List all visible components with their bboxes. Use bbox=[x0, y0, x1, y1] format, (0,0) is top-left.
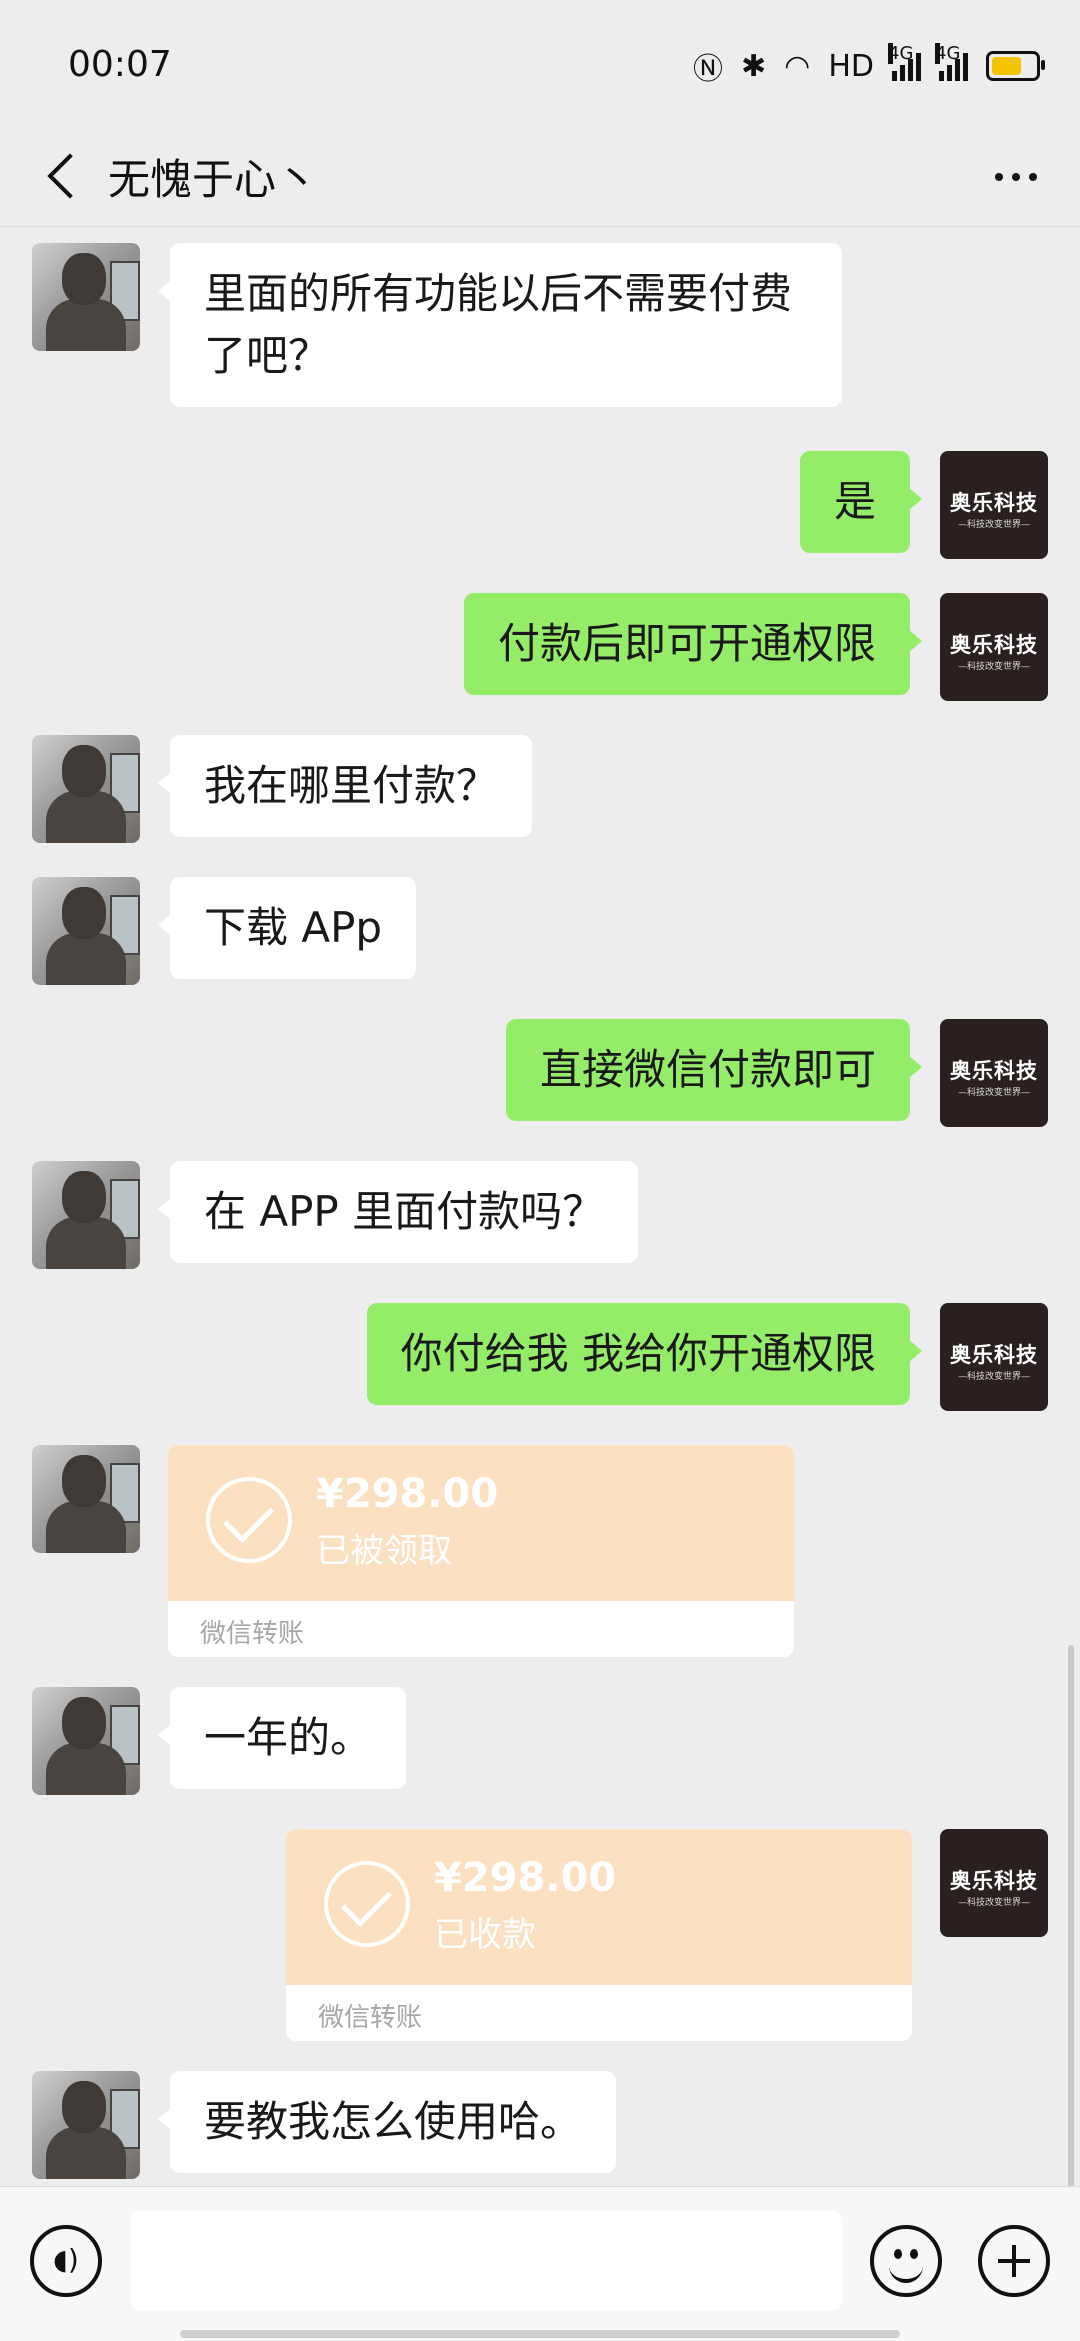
transfer-amount: ¥298.00 bbox=[434, 1855, 617, 1901]
dot-icon bbox=[995, 173, 1003, 181]
voice-icon: ◖) bbox=[53, 2243, 79, 2276]
avatar-tagline: —科技改变世界— bbox=[957, 520, 1030, 530]
signal-icon-sim1: 4G bbox=[888, 43, 921, 81]
chat-header: 无愧于心丶 bbox=[0, 130, 1080, 227]
status-bar: 00:07 Ⓝ ✱ ◠ HD 4G 4G bbox=[0, 0, 1080, 130]
my-avatar[interactable]: 奥乐科技 —科技改变世界— bbox=[940, 1303, 1048, 1411]
transfer-footer: 微信转账 bbox=[318, 2003, 423, 2033]
sim1-label: 4G bbox=[888, 43, 914, 64]
message-bubble-friend[interactable]: 在 APP 里面付款吗？ bbox=[157, 1161, 639, 1263]
chat-title: 无愧于心丶 bbox=[108, 155, 319, 204]
message-bubble-me[interactable]: 付款后即可开通权限 bbox=[463, 593, 923, 695]
input-bar: ◖) bbox=[0, 2186, 1080, 2341]
transfer-card-sent[interactable]: ¥298.00 已收款 微信转账 bbox=[286, 1829, 912, 2041]
message-bubble-friend[interactable]: 里面的所有功能以后不需要付费了吧？ bbox=[158, 243, 842, 407]
message-input[interactable] bbox=[130, 2211, 842, 2311]
emoji-button[interactable] bbox=[870, 2225, 942, 2297]
avatar-logo-text: 奥乐科技 bbox=[950, 1343, 1038, 1367]
friend-avatar[interactable] bbox=[32, 735, 140, 843]
friend-avatar[interactable] bbox=[32, 243, 140, 351]
battery-fill bbox=[992, 57, 1021, 75]
message-bubble-me[interactable]: 你付给我 我给你开通权限 bbox=[366, 1303, 923, 1405]
emoji-icon bbox=[894, 2249, 902, 2259]
avatar-logo-text: 奥乐科技 bbox=[950, 491, 1038, 515]
sim2-label: 4G bbox=[935, 43, 961, 64]
transfer-card-body: ¥298.00 已被领取 bbox=[168, 1445, 794, 1601]
message-bubble-friend[interactable]: 下载 APp bbox=[157, 877, 417, 979]
my-avatar[interactable]: 奥乐科技 —科技改变世界— bbox=[940, 1019, 1048, 1127]
avatar-logo-text: 奥乐科技 bbox=[950, 633, 1038, 657]
home-indicator[interactable] bbox=[180, 2330, 900, 2338]
wifi-icon: ◠ bbox=[784, 48, 811, 84]
back-button[interactable] bbox=[36, 144, 96, 204]
avatar-logo-text: 奥乐科技 bbox=[950, 1059, 1038, 1083]
status-time: 00:07 bbox=[68, 44, 172, 85]
hd-label: HD bbox=[828, 48, 874, 84]
friend-avatar[interactable] bbox=[32, 2071, 140, 2179]
battery-icon bbox=[986, 51, 1045, 81]
more-options-button[interactable] bbox=[986, 152, 1046, 202]
transfer-card-received[interactable]: ¥298.00 已被领取 微信转账 bbox=[168, 1445, 794, 1657]
message-bubble-friend[interactable]: 我在哪里付款？ bbox=[157, 735, 533, 837]
my-avatar[interactable]: 奥乐科技 —科技改变世界— bbox=[940, 451, 1048, 559]
avatar-tagline: —科技改变世界— bbox=[957, 1898, 1030, 1908]
bluetooth-icon: ✱ bbox=[741, 48, 767, 84]
message-bubble-me[interactable]: 是 bbox=[799, 451, 923, 553]
avatar-tagline: —科技改变世界— bbox=[957, 1088, 1030, 1098]
transfer-status: 已被领取 bbox=[316, 1531, 452, 1571]
avatar-tagline: —科技改变世界— bbox=[957, 662, 1030, 672]
friend-avatar[interactable] bbox=[32, 1445, 140, 1553]
friend-avatar[interactable] bbox=[32, 877, 140, 985]
my-avatar[interactable]: 奥乐科技 —科技改变世界— bbox=[940, 1829, 1048, 1937]
transfer-card-body: ¥298.00 已收款 bbox=[286, 1829, 912, 1985]
avatar-tagline: —科技改变世界— bbox=[957, 1372, 1030, 1382]
signal-icon-sim2: 4G bbox=[935, 43, 968, 81]
avatar-logo-text: 奥乐科技 bbox=[950, 1869, 1038, 1893]
check-circle-icon bbox=[324, 1861, 410, 1947]
message-bubble-friend[interactable]: 一年的。 bbox=[157, 1687, 407, 1789]
status-icons: Ⓝ ✱ ◠ HD 4G 4G bbox=[693, 43, 1045, 88]
voice-input-button[interactable]: ◖) bbox=[30, 2225, 102, 2297]
friend-avatar[interactable] bbox=[32, 1161, 140, 1269]
dot-icon bbox=[1012, 173, 1020, 181]
transfer-status: 已收款 bbox=[434, 1915, 536, 1955]
transfer-footer: 微信转账 bbox=[200, 1619, 305, 1649]
message-bubble-me[interactable]: 直接微信付款即可 bbox=[505, 1019, 923, 1121]
friend-avatar[interactable] bbox=[32, 1687, 140, 1795]
more-functions-button[interactable] bbox=[978, 2225, 1050, 2297]
message-list[interactable]: 里面的所有功能以后不需要付费了吧？ 奥乐科技 —科技改变世界— 是 奥乐科技 —… bbox=[0, 227, 1080, 2187]
message-bubble-friend[interactable]: 要教我怎么使用哈。 bbox=[157, 2071, 617, 2173]
scrollbar[interactable] bbox=[1068, 1645, 1074, 2187]
check-circle-icon bbox=[206, 1477, 292, 1563]
dot-icon bbox=[1029, 173, 1037, 181]
transfer-amount: ¥298.00 bbox=[316, 1471, 499, 1517]
nfc-icon: Ⓝ bbox=[693, 52, 723, 87]
my-avatar[interactable]: 奥乐科技 —科技改变世界— bbox=[940, 593, 1048, 701]
